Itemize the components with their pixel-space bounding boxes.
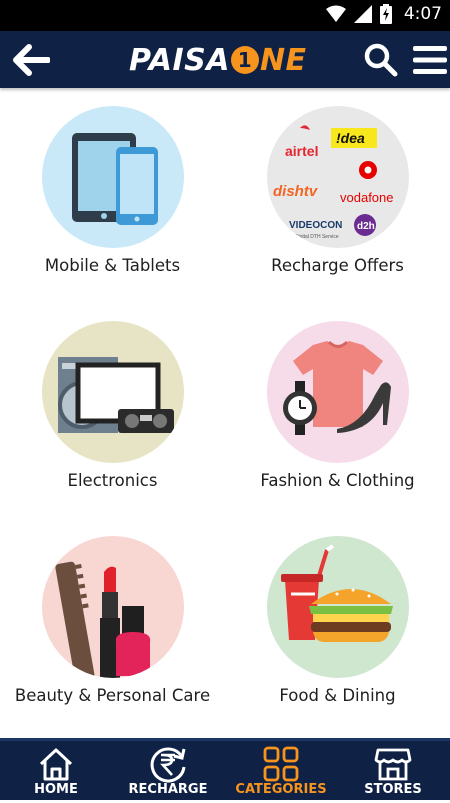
recharge-rupee-icon	[150, 747, 186, 783]
brand-videocon: VIDEOCON	[289, 220, 342, 231]
brand-videocon-tagline: Digital DTH Service	[295, 234, 339, 240]
mobile-tablets-icon	[42, 106, 184, 248]
nav-recharge-label: RECHARGE	[128, 782, 208, 797]
brand-airtel: airtel	[285, 143, 318, 159]
brand-vodafone: vodafone	[340, 190, 394, 205]
status-bar: 4:07	[0, 0, 450, 31]
category-label: Recharge Offers	[271, 256, 404, 275]
home-icon	[39, 748, 73, 781]
category-fashion-clothing[interactable]: Fashion & Clothing	[225, 303, 450, 518]
nav-stores[interactable]: STORES	[337, 741, 449, 803]
search-icon	[364, 43, 398, 77]
electronics-icon	[42, 321, 184, 463]
arrow-left-icon	[13, 44, 50, 76]
nav-categories-label: CATEGORIES	[235, 782, 327, 797]
nav-recharge[interactable]: RECHARGE	[112, 741, 224, 803]
category-food-dining[interactable]: Food & Dining	[225, 518, 450, 733]
category-label: Electronics	[67, 471, 158, 490]
nav-home-label: HOME	[34, 782, 78, 797]
food-dining-icon	[267, 536, 409, 678]
store-icon	[374, 748, 412, 781]
nav-stores-label: STORES	[364, 782, 422, 797]
brand-idea: !dea	[336, 130, 365, 146]
wifi-icon	[325, 5, 346, 22]
fashion-clothing-icon	[267, 321, 409, 463]
back-button[interactable]	[8, 37, 54, 83]
category-mobile-tablets[interactable]: Mobile & Tablets	[0, 88, 225, 303]
brand-dishtv: dishtv	[273, 183, 319, 200]
paisaone-logo: PAISA 1 NE	[129, 42, 307, 78]
clock: 4:07	[403, 4, 442, 24]
app-bar: PAISA 1 NE	[0, 31, 450, 88]
status-icons: 4:07	[325, 4, 442, 24]
search-button[interactable]	[360, 39, 402, 81]
beauty-personal-care-icon	[42, 536, 184, 678]
bottom-navigation: HOME RECHARGE CATEGORIES STORES	[0, 738, 450, 800]
category-label: Mobile & Tablets	[44, 256, 181, 275]
category-recharge-offers[interactable]: airtel !dea dishtv vodafone VIDEOCON Dig…	[225, 88, 450, 303]
recharge-operators-logo: airtel !dea dishtv vodafone VIDEOCON Dig…	[267, 106, 409, 248]
hamburger-menu-icon	[413, 46, 447, 74]
battery-charging-icon	[379, 4, 392, 24]
category-label: Fashion & Clothing	[260, 471, 415, 490]
signal-icon	[353, 5, 372, 23]
category-grid: Mobile & Tablets airtel !dea dishtv voda…	[0, 88, 450, 738]
nav-categories[interactable]: CATEGORIES	[225, 741, 337, 803]
category-label: Beauty & Personal Care	[14, 686, 211, 705]
nav-home[interactable]: HOME	[0, 741, 112, 803]
category-electronics[interactable]: Electronics	[0, 303, 225, 518]
category-beauty-personal-care[interactable]: Beauty & Personal Care	[0, 518, 225, 733]
category-label: Food & Dining	[279, 686, 396, 705]
categories-grid-icon	[263, 746, 299, 782]
menu-button[interactable]	[410, 39, 450, 81]
brand-d2h: d2h	[357, 221, 375, 232]
